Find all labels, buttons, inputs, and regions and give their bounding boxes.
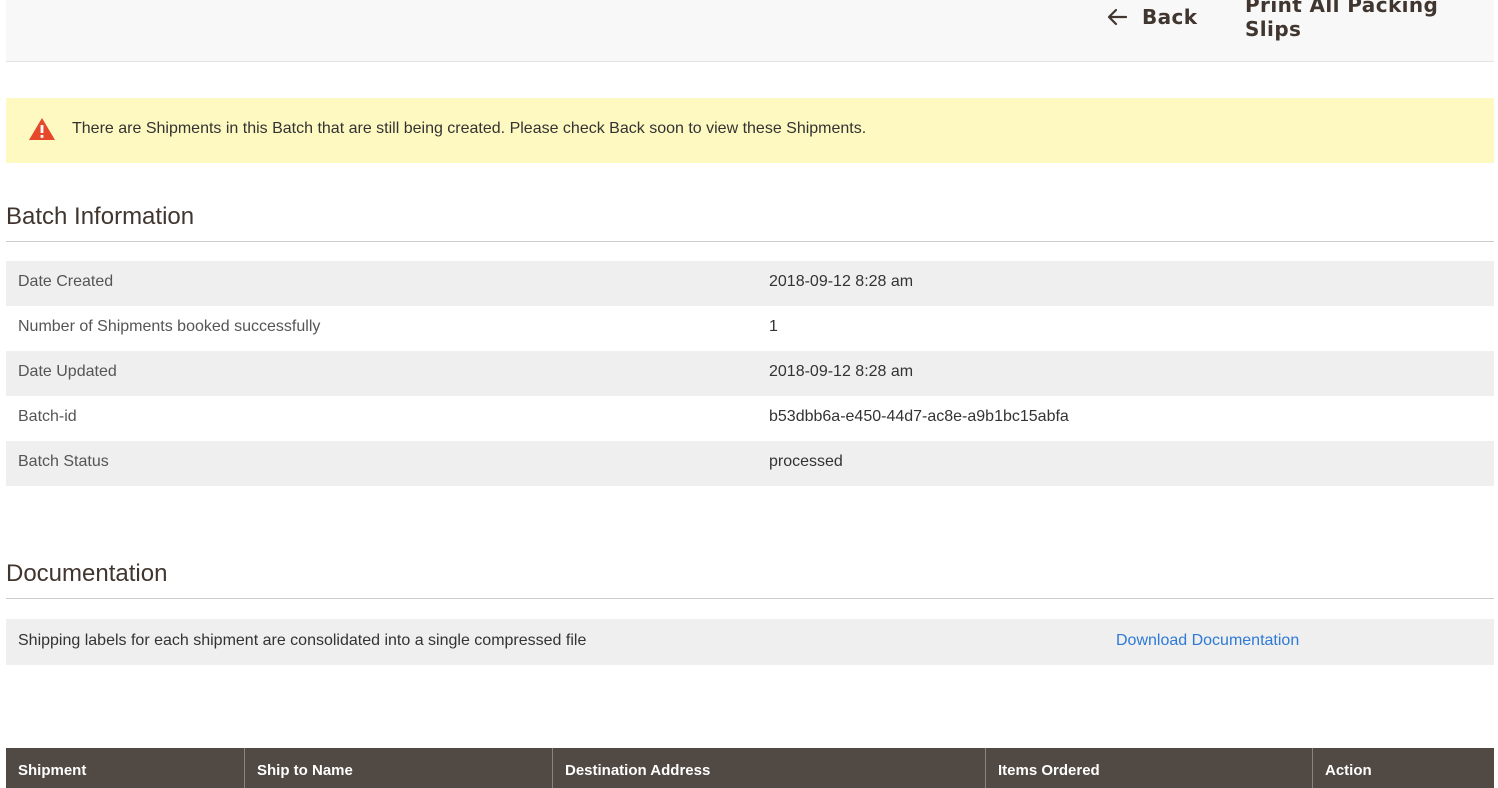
table-row: Batch Status processed <box>6 441 1494 486</box>
row-label: Date Created <box>18 273 114 290</box>
warning-triangle-icon <box>29 118 55 140</box>
arrow-left-icon <box>1107 8 1128 26</box>
row-label: Date Updated <box>18 363 117 380</box>
row-label: Batch Status <box>18 453 109 470</box>
table-row: Number of Shipments booked successfully … <box>6 306 1494 351</box>
print-all-packing-slips-button[interactable]: Print All Packing Slips <box>1245 0 1494 41</box>
column-header-shipment[interactable]: Shipment <box>6 748 245 788</box>
documentation-title: Documentation <box>6 557 1494 599</box>
warning-message: There are Shipments in this Batch that a… <box>6 98 1494 163</box>
batch-information-table: Date Created 2018-09-12 8:28 am Number o… <box>6 261 1494 486</box>
table-row: Batch-id b53dbb6a-e450-44d7-ac8e-a9b1bc1… <box>6 396 1494 441</box>
row-value: processed <box>769 453 843 470</box>
row-value: 2018-09-12 8:28 am <box>769 363 914 380</box>
row-value: b53dbb6a-e450-44d7-ac8e-a9b1bc15abfa <box>769 408 1069 425</box>
row-label: Batch-id <box>18 408 77 425</box>
row-value: 1 <box>769 318 778 335</box>
column-header-destination-address[interactable]: Destination Address <box>553 748 986 788</box>
row-label: Number of Shipments booked successfully <box>18 318 321 335</box>
shipments-grid-header: Shipment Ship to Name Destination Addres… <box>6 748 1494 788</box>
documentation-description: Shipping labels for each shipment are co… <box>18 632 587 649</box>
documentation-row: Shipping labels for each shipment are co… <box>6 619 1494 665</box>
page-actions-bar: Back Print All Packing Slips <box>6 0 1494 62</box>
warning-message-text: There are Shipments in this Batch that a… <box>72 120 867 137</box>
table-row: Date Updated 2018-09-12 8:28 am <box>6 351 1494 396</box>
back-button[interactable]: Back <box>1106 4 1198 30</box>
column-header-action: Action <box>1325 762 1372 779</box>
batch-information-title: Batch Information <box>6 200 1494 242</box>
row-value: 2018-09-12 8:28 am <box>769 273 914 290</box>
column-header-ship-to-name[interactable]: Ship to Name <box>245 748 553 788</box>
table-row: Date Created 2018-09-12 8:28 am <box>6 261 1494 306</box>
back-label: Back <box>1142 5 1198 29</box>
download-documentation-link[interactable]: Download Documentation <box>1116 632 1299 650</box>
print-all-packing-slips-label: Print All Packing Slips <box>1245 0 1439 41</box>
column-header-items-ordered[interactable]: Items Ordered <box>986 748 1313 788</box>
